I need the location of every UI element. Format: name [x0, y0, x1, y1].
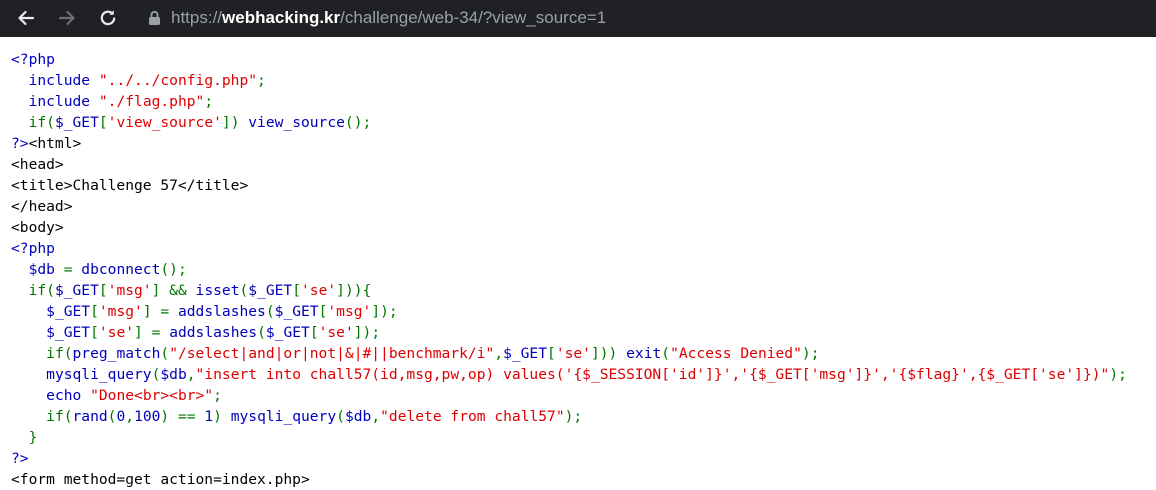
code-line: if(rand(0,100) == 1) mysqli_query($db,"d… [46, 408, 583, 425]
code-line: include "../../config.php"; [28, 72, 266, 89]
code-line: $db = dbconnect(); [28, 261, 187, 278]
arrow-right-icon [58, 10, 75, 26]
address-bar[interactable]: https://webhacking.kr/challenge/web-34/?… [171, 7, 606, 29]
code-line: } [28, 429, 38, 446]
url-scheme: https:// [171, 8, 223, 27]
code-line: ?><html> [11, 135, 82, 152]
code-line: <?php [11, 240, 55, 257]
code-line: $_GET['se'] = addslashes($_GET['se']); [46, 324, 381, 341]
code-line: <form method=get action=index.php> [11, 471, 310, 488]
code-line: if($_GET['view_source']) view_source(); [28, 114, 372, 131]
code-line: mysqli_query($db,"insert into chall57(id… [46, 366, 1127, 383]
code-line: ?> [11, 450, 29, 467]
code-line: echo "Done<br><br>"; [46, 387, 222, 404]
code-line: <title>Challenge 57</title> [11, 177, 249, 194]
code-line: if($_GET['msg'] && isset($_GET['se'])){ [28, 282, 372, 299]
forward-button[interactable] [55, 6, 79, 30]
code-line: $_GET['msg'] = addslashes($_GET['msg']); [46, 303, 398, 320]
code-line: include "./flag.php"; [28, 93, 214, 110]
code-line: </head> [11, 198, 73, 215]
lock-icon [149, 10, 160, 25]
code-line: if(preg_match("/select|and|or|not|&|#||b… [46, 345, 820, 362]
reload-button[interactable] [96, 6, 120, 30]
php-source-code: <?php include "../../config.php"; includ… [11, 49, 1127, 490]
code-line: <head> [11, 156, 64, 173]
code-line: <?php [11, 51, 55, 68]
back-button[interactable] [14, 6, 38, 30]
browser-toolbar: https://webhacking.kr/challenge/web-34/?… [0, 0, 1156, 37]
reload-icon [100, 10, 116, 26]
arrow-left-icon [18, 10, 35, 26]
code-line: <body> [11, 219, 64, 236]
url-host: webhacking.kr [222, 8, 341, 27]
url-path: /challenge/web-34/?view_source=1 [340, 8, 607, 27]
